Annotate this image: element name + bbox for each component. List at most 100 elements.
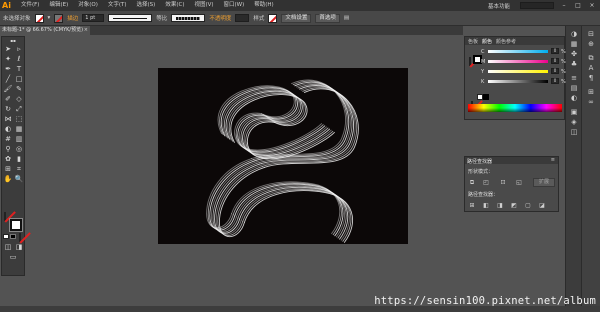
eraser-tool-icon[interactable]: ◇ <box>14 95 24 104</box>
yellow-track[interactable] <box>488 70 548 73</box>
swatches-dock-icon[interactable]: ▦ <box>569 40 579 49</box>
color-mode-icon[interactable] <box>3 234 9 239</box>
tab-color[interactable]: 颜色 <box>482 38 492 45</box>
minus-front-icon[interactable]: ◰ <box>482 179 490 186</box>
selection-tool-icon[interactable]: ➤ <box>3 45 13 54</box>
magic-wand-tool-icon[interactable]: ✦ <box>3 55 13 64</box>
mesh-tool-icon[interactable]: # <box>3 135 13 144</box>
free-transform-tool-icon[interactable]: ⬚ <box>14 115 24 124</box>
transform-dock-icon[interactable]: ⊕ <box>586 40 596 49</box>
menu-window[interactable]: 窗口(W) <box>219 0 250 11</box>
width-tool-icon[interactable]: ⋈ <box>3 115 13 124</box>
stroke-profile-preview[interactable] <box>108 14 153 22</box>
menu-select[interactable]: 选择(S) <box>132 0 161 11</box>
line-tool-icon[interactable]: ╱ <box>3 75 13 84</box>
draw-behind-icon[interactable]: ◨ <box>14 243 24 252</box>
pathfinder-dock-icon[interactable]: ⧉ <box>586 54 596 63</box>
menu-help[interactable]: 帮助(H) <box>249 0 278 11</box>
fill-swatch[interactable] <box>34 13 44 23</box>
character-dock-icon[interactable]: A <box>586 64 596 73</box>
preferences-button[interactable]: 首选项 <box>315 13 340 23</box>
intersect-icon[interactable]: ⊡ <box>499 179 507 186</box>
workspace-switcher[interactable]: 基本功能 <box>488 2 510 10</box>
perspective-grid-tool-icon[interactable]: ▦ <box>14 125 24 134</box>
pencil-tool-icon[interactable]: ✎ <box>14 85 24 94</box>
blob-brush-tool-icon[interactable]: ✐ <box>3 95 13 104</box>
slider-black[interactable]: K 0 % <box>481 78 566 85</box>
menu-view[interactable]: 视图(V) <box>189 0 218 11</box>
fill-dropdown-icon[interactable]: ▾ <box>48 15 51 21</box>
trim-icon[interactable]: ◧ <box>482 202 490 209</box>
search-input[interactable] <box>520 2 554 9</box>
column-graph-tool-icon[interactable]: ▮ <box>14 155 24 164</box>
artboards-dock-icon[interactable]: ⊞ <box>586 88 596 97</box>
graphic-styles-dock-icon[interactable]: ◈ <box>569 118 579 127</box>
appearance-dock-icon[interactable]: ▣ <box>569 108 579 117</box>
pen-tool-icon[interactable]: ✒ <box>3 65 13 74</box>
blend-tool-icon[interactable]: ◎ <box>14 145 24 154</box>
black-swatch[interactable] <box>483 94 489 100</box>
menu-file[interactable]: 文件(F) <box>16 0 44 11</box>
scale-tool-icon[interactable]: ⤢ <box>14 105 24 114</box>
direct-selection-tool-icon[interactable]: ▹ <box>14 45 24 54</box>
slice-tool-icon[interactable]: ⌗ <box>14 165 24 174</box>
rotate-tool-icon[interactable]: ↻ <box>3 105 13 114</box>
menu-edit[interactable]: 编辑(E) <box>44 0 73 11</box>
menu-object[interactable]: 对象(O) <box>73 0 103 11</box>
expand-button[interactable]: 扩展 <box>533 178 555 187</box>
tab-close-icon[interactable]: × <box>84 26 88 35</box>
minimize-icon[interactable]: – <box>560 2 568 9</box>
artboard-tool-icon[interactable]: ⊞ <box>3 165 13 174</box>
rectangle-tool-icon[interactable]: □ <box>14 75 24 84</box>
lasso-tool-icon[interactable]: ℓ <box>14 55 24 64</box>
color-spectrum-bar[interactable] <box>468 104 562 112</box>
unite-icon[interactable]: ⧉ <box>468 179 476 186</box>
panel-menu-icon[interactable]: ≡ <box>551 157 555 163</box>
gradient-tool-icon[interactable]: ▥ <box>14 135 24 144</box>
stroke-color-box[interactable] <box>9 218 23 232</box>
arrange-icon[interactable]: ▤ <box>344 15 349 21</box>
layers-dock-icon[interactable]: ◫ <box>569 128 579 137</box>
opacity-label[interactable]: 不透明度 <box>209 14 231 22</box>
brushes-dock-icon[interactable]: ✤ <box>569 50 579 59</box>
slider-magenta[interactable]: M 0 % <box>481 58 566 65</box>
black-track[interactable] <box>488 80 548 83</box>
opacity-field[interactable] <box>235 14 250 22</box>
hand-tool-icon[interactable]: ✋ <box>3 175 13 184</box>
screen-mode-icon[interactable]: ▭ <box>8 253 18 262</box>
zoom-tool-icon[interactable]: 🔍 <box>14 175 24 184</box>
symbol-sprayer-tool-icon[interactable]: ✿ <box>3 155 13 164</box>
brush-definition-preview[interactable] <box>171 14 206 22</box>
merge-icon[interactable]: ◨ <box>496 202 504 209</box>
color-guide-dock-icon[interactable]: ◑ <box>569 30 579 39</box>
links-dock-icon[interactable]: ∞ <box>586 98 596 107</box>
maximize-icon[interactable]: □ <box>574 2 582 9</box>
slider-cyan[interactable]: C 0 % <box>481 48 566 55</box>
slider-yellow[interactable]: Y 0 % <box>481 68 566 75</box>
crop-icon[interactable]: ◩ <box>510 202 518 209</box>
toolbar-grip-icon[interactable]: ▪▪ <box>3 39 23 43</box>
gradient-dock-icon[interactable]: ▤ <box>569 84 579 93</box>
divide-icon[interactable]: ⊞ <box>468 202 476 209</box>
eyedropper-tool-icon[interactable]: ⚲ <box>3 145 13 154</box>
none-mode-icon[interactable] <box>19 233 21 242</box>
cyan-track[interactable] <box>488 50 548 53</box>
transparency-dock-icon[interactable]: ◐ <box>569 94 579 103</box>
align-dock-icon[interactable]: ⊟ <box>586 30 596 39</box>
close-icon[interactable]: × <box>588 2 596 9</box>
paintbrush-tool-icon[interactable]: 🖌 <box>3 85 13 94</box>
gradient-mode-icon[interactable] <box>10 234 16 239</box>
magenta-track[interactable] <box>488 60 548 63</box>
shape-builder-tool-icon[interactable]: ◐ <box>3 125 13 134</box>
menu-type[interactable]: 文字(T) <box>103 0 132 11</box>
stroke-label[interactable]: 描边 <box>67 14 78 22</box>
document-tab[interactable]: 未标题-1* @ 66.67% (CMYK/预览) × <box>0 26 90 35</box>
artboard[interactable] <box>158 68 408 244</box>
menu-effect[interactable]: 效果(C) <box>160 0 189 11</box>
document-setup-button[interactable]: 文档设置 <box>281 13 312 23</box>
tab-color-guide[interactable]: 颜色参考 <box>496 38 516 45</box>
draw-normal-icon[interactable]: ◫ <box>3 243 13 252</box>
panel-fill-swatch[interactable] <box>469 57 471 66</box>
symbols-dock-icon[interactable]: ♣ <box>569 60 579 69</box>
paragraph-dock-icon[interactable]: ¶ <box>586 74 596 83</box>
